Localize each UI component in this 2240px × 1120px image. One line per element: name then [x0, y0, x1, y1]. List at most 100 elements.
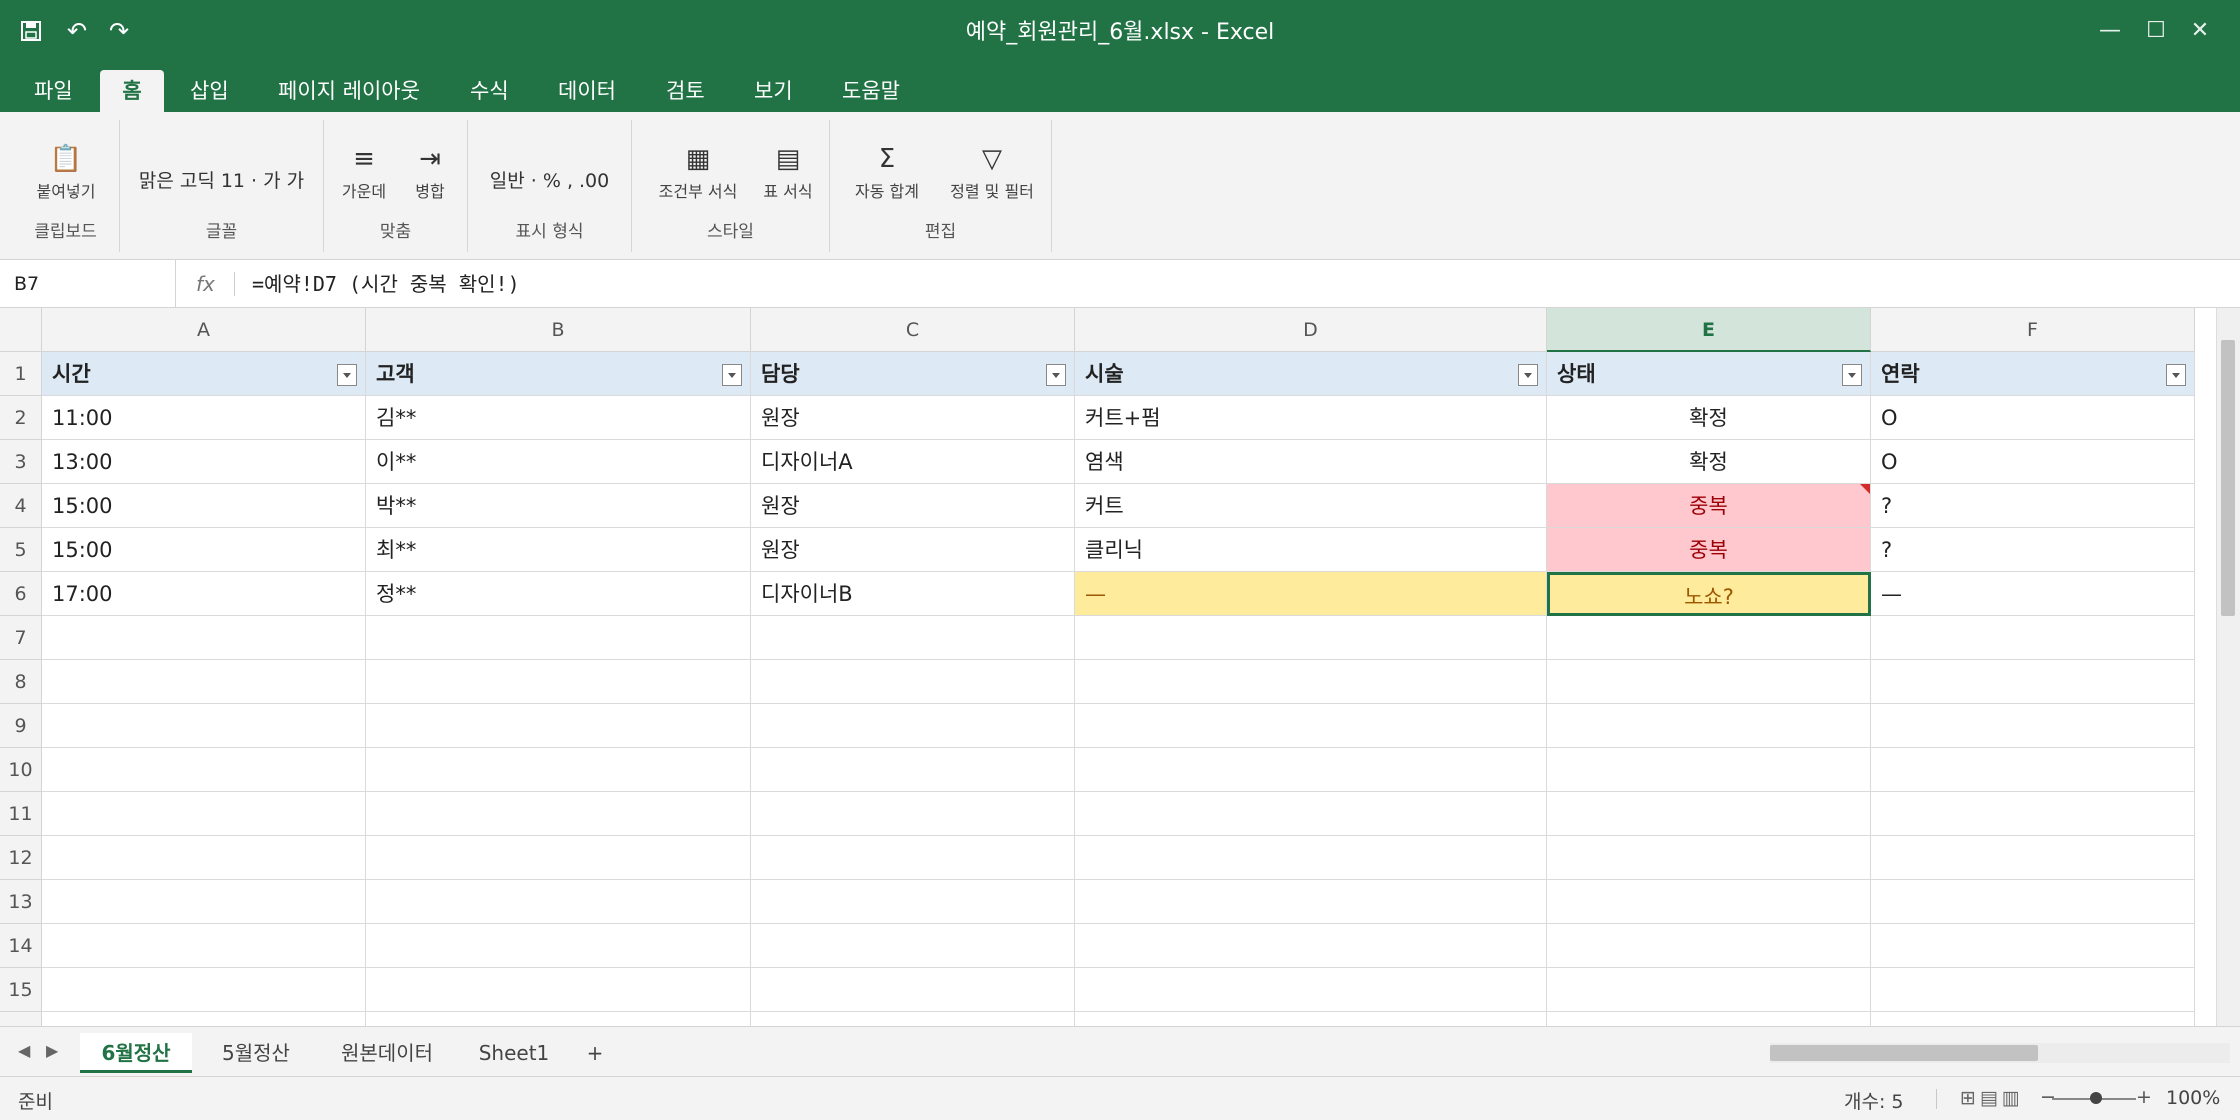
- zoom-in-icon[interactable]: +: [2136, 1086, 2152, 1108]
- cell-e8[interactable]: [1547, 660, 1871, 704]
- cell-d11[interactable]: [1075, 792, 1547, 836]
- cell-d12[interactable]: [1075, 836, 1547, 880]
- cell-e11[interactable]: [1547, 792, 1871, 836]
- column-header-d[interactable]: D: [1075, 308, 1547, 352]
- header-cell-f1[interactable]: 연락: [1871, 352, 2195, 396]
- cell-a16[interactable]: [42, 1012, 366, 1026]
- add-sheet-button[interactable]: +: [580, 1033, 610, 1073]
- sheet-tab-sheet1[interactable]: Sheet1: [472, 1033, 556, 1073]
- row-header-10[interactable]: 10: [0, 748, 42, 792]
- cell-d15[interactable]: [1075, 968, 1547, 1012]
- cell-b12[interactable]: [366, 836, 751, 880]
- name-box[interactable]: B7: [0, 260, 176, 308]
- minimize-icon[interactable]: —: [2090, 12, 2130, 48]
- align-center-button[interactable]: ≡ 가운데: [332, 142, 396, 202]
- column-header-f[interactable]: F: [1871, 308, 2195, 352]
- cell-c7[interactable]: [751, 616, 1075, 660]
- cell-a10[interactable]: [42, 748, 366, 792]
- cell-b8[interactable]: [366, 660, 751, 704]
- cell-f14[interactable]: [1871, 924, 2195, 968]
- cell-e9[interactable]: [1547, 704, 1871, 748]
- tab-view[interactable]: 보기: [740, 70, 807, 112]
- cell-e14[interactable]: [1547, 924, 1871, 968]
- comment-indicator[interactable]: [1860, 484, 1870, 494]
- tab-page-layout[interactable]: 페이지 레이아웃: [264, 70, 434, 112]
- cell-c5[interactable]: 원장: [751, 528, 1075, 572]
- cell-e12[interactable]: [1547, 836, 1871, 880]
- cell-c6[interactable]: 디자이너B: [751, 572, 1075, 616]
- cell-a8[interactable]: [42, 660, 366, 704]
- cell-c12[interactable]: [751, 836, 1075, 880]
- cell-c10[interactable]: [751, 748, 1075, 792]
- filter-dropdown-icon[interactable]: [1842, 364, 1862, 386]
- zoom-slider[interactable]: [2052, 1092, 2136, 1104]
- header-cell-c1[interactable]: 담당: [751, 352, 1075, 396]
- cell-c13[interactable]: [751, 880, 1075, 924]
- row-header-1[interactable]: 1: [0, 352, 42, 396]
- horizontal-scroll-thumb[interactable]: [1770, 1045, 2038, 1061]
- cell-a7[interactable]: [42, 616, 366, 660]
- cell-d4[interactable]: 커트: [1075, 484, 1547, 528]
- select-all-corner[interactable]: [0, 308, 42, 352]
- cell-d5[interactable]: 클리닉: [1075, 528, 1547, 572]
- filter-dropdown-icon[interactable]: [1518, 364, 1538, 386]
- vertical-scroll-thumb[interactable]: [2221, 340, 2235, 616]
- row-header-16[interactable]: 16: [0, 1012, 42, 1026]
- cell-c16[interactable]: [751, 1012, 1075, 1026]
- cell-e16[interactable]: [1547, 1012, 1871, 1026]
- tab-insert[interactable]: 삽입: [176, 70, 243, 112]
- cell-d7[interactable]: [1075, 616, 1547, 660]
- header-cell-a1[interactable]: 시간: [42, 352, 366, 396]
- next-sheet-icon[interactable]: ▶: [46, 1041, 58, 1060]
- cell-a11[interactable]: [42, 792, 366, 836]
- cell-c4[interactable]: 원장: [751, 484, 1075, 528]
- tab-review[interactable]: 검토: [652, 70, 719, 112]
- cell-f6[interactable]: —: [1871, 572, 2195, 616]
- cell-f7[interactable]: [1871, 616, 2195, 660]
- cell-a2[interactable]: 11:00: [42, 396, 366, 440]
- close-icon[interactable]: ✕: [2180, 12, 2220, 48]
- cell-c11[interactable]: [751, 792, 1075, 836]
- sheet-tab-source[interactable]: 원본데이터: [326, 1033, 448, 1073]
- cell-a14[interactable]: [42, 924, 366, 968]
- cell-c8[interactable]: [751, 660, 1075, 704]
- row-header-14[interactable]: 14: [0, 924, 42, 968]
- cell-b4[interactable]: 박**: [366, 484, 751, 528]
- row-header-4[interactable]: 4: [0, 484, 42, 528]
- cell-e5[interactable]: 중복: [1547, 528, 1871, 572]
- tab-home[interactable]: 홈: [100, 70, 164, 112]
- cell-f15[interactable]: [1871, 968, 2195, 1012]
- row-header-8[interactable]: 8: [0, 660, 42, 704]
- cell-f12[interactable]: [1871, 836, 2195, 880]
- zoom-slider-knob[interactable]: [2090, 1092, 2102, 1104]
- column-header-e[interactable]: E: [1547, 308, 1871, 352]
- cell-a5[interactable]: 15:00: [42, 528, 366, 572]
- filter-dropdown-icon[interactable]: [1046, 364, 1066, 386]
- row-header-9[interactable]: 9: [0, 704, 42, 748]
- cell-d2[interactable]: 커트+펌: [1075, 396, 1547, 440]
- tab-file[interactable]: 파일: [20, 70, 87, 112]
- cell-a12[interactable]: [42, 836, 366, 880]
- tab-help[interactable]: 도움말: [828, 70, 914, 112]
- sheet-tab-may[interactable]: 5월정산: [206, 1033, 306, 1073]
- header-cell-b1[interactable]: 고객: [366, 352, 751, 396]
- cell-a4[interactable]: 15:00: [42, 484, 366, 528]
- row-header-13[interactable]: 13: [0, 880, 42, 924]
- row-header-2[interactable]: 2: [0, 396, 42, 440]
- cell-f13[interactable]: [1871, 880, 2195, 924]
- sheet-tab-june[interactable]: 6월정산: [80, 1033, 192, 1073]
- cell-e7[interactable]: [1547, 616, 1871, 660]
- cell-b7[interactable]: [366, 616, 751, 660]
- sort-filter-button[interactable]: ▽ 정렬 및 필터: [936, 142, 1048, 202]
- cell-f5[interactable]: ?: [1871, 528, 2195, 572]
- vertical-scrollbar[interactable]: [2216, 308, 2240, 1026]
- cell-b3[interactable]: 이**: [366, 440, 751, 484]
- cell-d6[interactable]: —: [1075, 572, 1547, 616]
- column-header-c[interactable]: C: [751, 308, 1075, 352]
- zoom-level[interactable]: 100%: [2166, 1087, 2220, 1109]
- formula-input[interactable]: =예약!D7 (시간 중복 확인!): [252, 260, 520, 308]
- header-cell-e1[interactable]: 상태: [1547, 352, 1871, 396]
- cell-f10[interactable]: [1871, 748, 2195, 792]
- row-header-5[interactable]: 5: [0, 528, 42, 572]
- merge-button[interactable]: ⇥ 병합: [400, 142, 460, 202]
